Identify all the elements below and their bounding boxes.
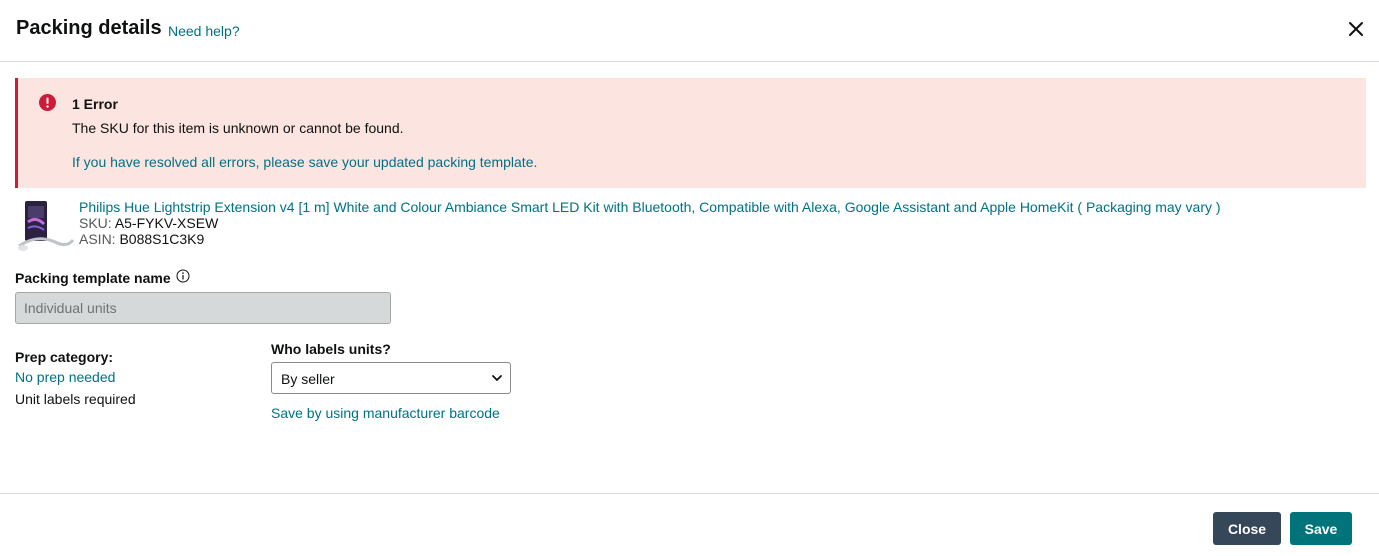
error-icon [39,94,56,111]
packing-template-label: Packing template name [15,270,171,286]
prep-category-link[interactable]: No prep needed [15,369,115,385]
error-hint: If you have resolved all errors, please … [72,154,538,170]
modal-header: Packing details Need help? [0,0,1379,62]
sku-value: A5-FYKV-XSEW [114,215,219,231]
modal-footer: Close Save [0,493,1379,556]
product-asin: ASIN: B088S1C3K9 [79,231,204,247]
info-icon[interactable] [176,269,190,283]
who-labels-selected-value: By seller [281,371,335,387]
save-button[interactable]: Save [1290,512,1352,545]
who-labels-select[interactable]: By seller [271,362,511,394]
manufacturer-barcode-link[interactable]: Save by using manufacturer barcode [271,405,500,421]
packing-template-input[interactable] [15,292,391,324]
product-image [18,201,75,251]
chevron-down-icon [492,375,502,381]
prep-category-label: Prep category: [15,349,114,365]
product-sku: SKU: A5-FYKV-XSEW [79,215,218,231]
unit-labels-note: Unit labels required [15,391,136,407]
who-labels-label: Who labels units? [271,341,391,357]
error-alert: 1 Error The SKU for this item is unknown… [15,78,1366,188]
need-help-link[interactable]: Need help? [168,23,240,39]
asin-value: B088S1C3K9 [119,231,205,247]
page-title: Packing details [16,17,162,39]
close-button[interactable]: Close [1213,512,1281,545]
error-title: 1 Error [72,96,118,112]
product-title-link[interactable]: Philips Hue Lightstrip Extension v4 [1 m… [79,199,1221,215]
close-icon[interactable] [1344,17,1368,41]
error-message: The SKU for this item is unknown or cann… [72,120,404,136]
asin-label: ASIN: [79,231,116,247]
sku-label: SKU: [79,215,112,231]
